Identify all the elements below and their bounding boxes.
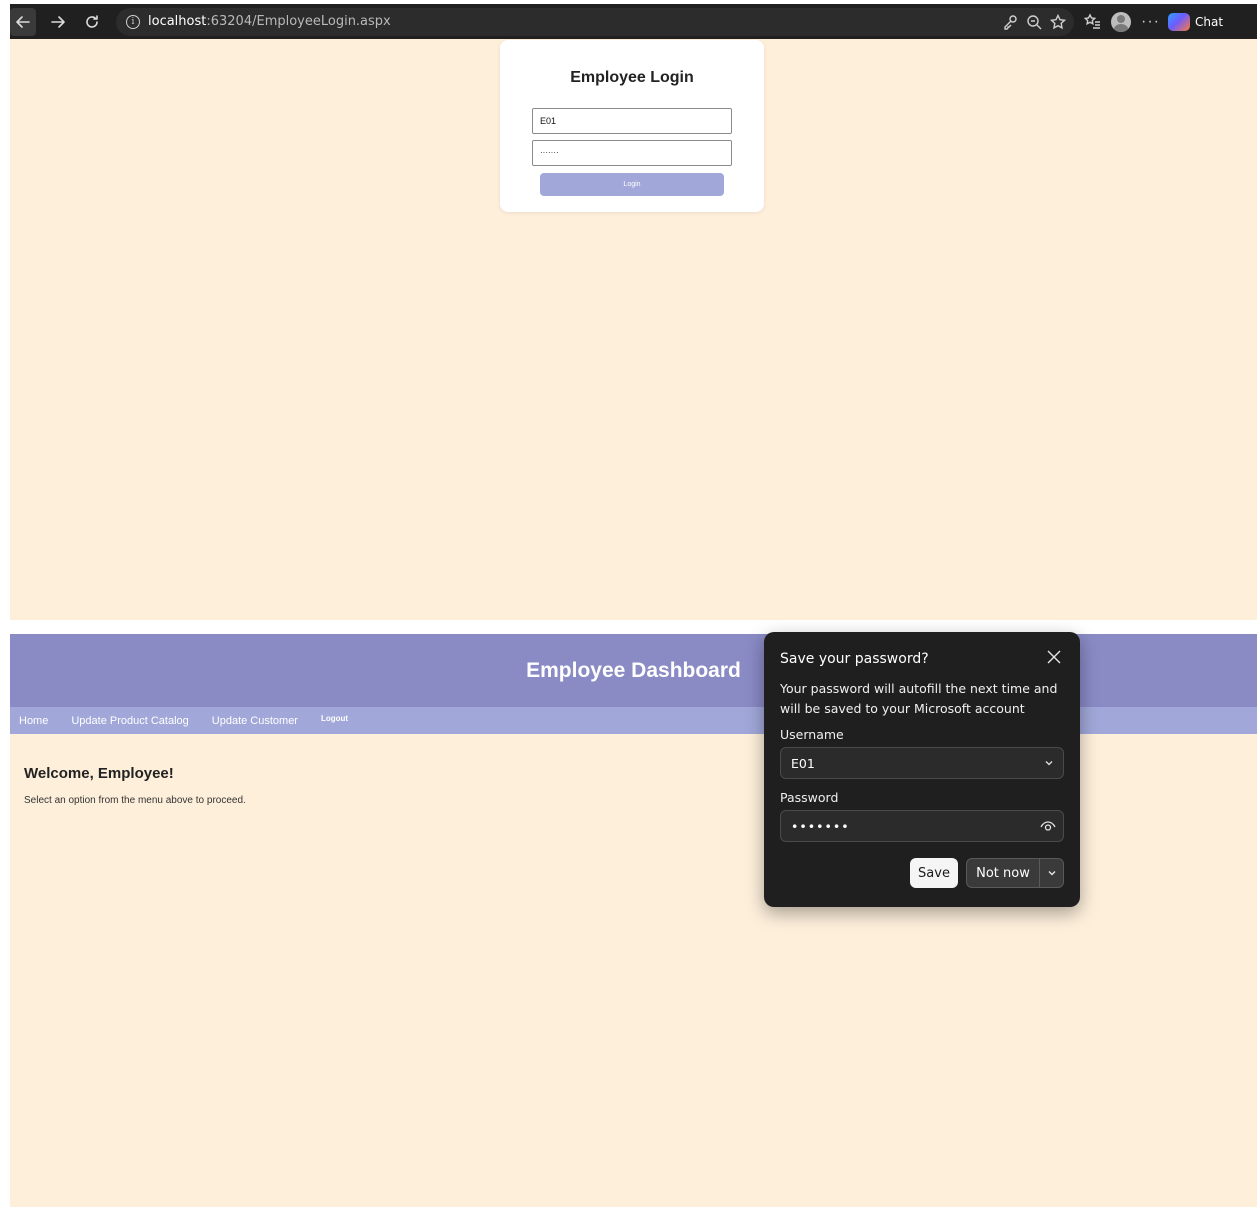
menu-logout[interactable]: Logout — [321, 714, 348, 723]
site-info-icon[interactable]: i — [126, 14, 140, 29]
show-password-icon[interactable] — [1040, 819, 1056, 833]
menu-home[interactable]: Home — [19, 715, 48, 727]
refresh-icon — [86, 14, 98, 28]
not-now-dropdown[interactable] — [1040, 868, 1063, 878]
save-button[interactable]: Save — [910, 858, 958, 888]
forward-button[interactable] — [44, 8, 72, 36]
chevron-down-icon — [1048, 871, 1055, 876]
address-bar[interactable]: i localhost :63204/EmployeeLogin.aspx — [116, 7, 1074, 36]
favorites-icon[interactable] — [1084, 13, 1101, 30]
saved-password-mask: ••••••• — [791, 819, 850, 834]
url-host: localhost — [148, 14, 207, 29]
dashboard-title: Employee Dashboard — [526, 658, 741, 682]
login-card: Employee Login E01 ······· Login — [500, 40, 764, 212]
close-button[interactable] — [1046, 649, 1062, 665]
star-icon[interactable] — [1050, 13, 1066, 30]
chevron-down-icon — [1043, 757, 1055, 769]
saved-password-field[interactable]: ••••••• — [780, 810, 1064, 842]
close-icon — [1047, 650, 1061, 664]
dialog-description: Your password will autofill the next tim… — [780, 681, 1058, 716]
dialog-title: Save your password? — [780, 651, 929, 667]
username-label: Username — [780, 727, 844, 742]
profile-avatar[interactable] — [1111, 11, 1131, 32]
welcome-heading: Welcome, Employee! — [24, 765, 174, 782]
menu-update-customer[interactable]: Update Customer — [212, 715, 298, 727]
copilot-chat-button[interactable]: Chat — [1167, 12, 1224, 31]
not-now-label: Not now — [976, 865, 1030, 881]
key-icon[interactable] — [1002, 14, 1018, 30]
not-now-button[interactable]: Not now — [966, 858, 1064, 888]
login-button[interactable]: Login — [540, 173, 724, 196]
menu-update-product-catalog[interactable]: Update Product Catalog — [71, 715, 188, 727]
back-button[interactable] — [10, 7, 36, 36]
arrow-right-icon — [51, 15, 65, 28]
login-page: Employee Login E01 ······· Login — [10, 39, 1257, 620]
copilot-icon — [1167, 12, 1190, 31]
more-menu-icon[interactable]: ··· — [1141, 13, 1160, 31]
login-title: Employee Login — [570, 69, 694, 86]
refresh-button[interactable] — [78, 8, 106, 36]
arrow-left-icon — [16, 15, 30, 28]
browser-toolbar: i localhost :63204/EmployeeLogin.aspx ··… — [10, 4, 1257, 39]
welcome-subtitle: Select an option from the menu above to … — [24, 795, 246, 806]
save-password-dialog: Save your password? Your password will a… — [764, 632, 1080, 907]
url-path: :63204/EmployeeLogin.aspx — [206, 14, 391, 29]
chat-label: Chat — [1194, 14, 1224, 29]
saved-username-select[interactable]: E01 — [780, 747, 1064, 779]
saved-username-value: E01 — [791, 756, 815, 771]
username-input[interactable]: E01 — [532, 108, 732, 134]
password-input[interactable]: ······· — [532, 140, 732, 166]
zoom-out-icon[interactable] — [1026, 14, 1042, 30]
password-label: Password — [780, 790, 839, 805]
